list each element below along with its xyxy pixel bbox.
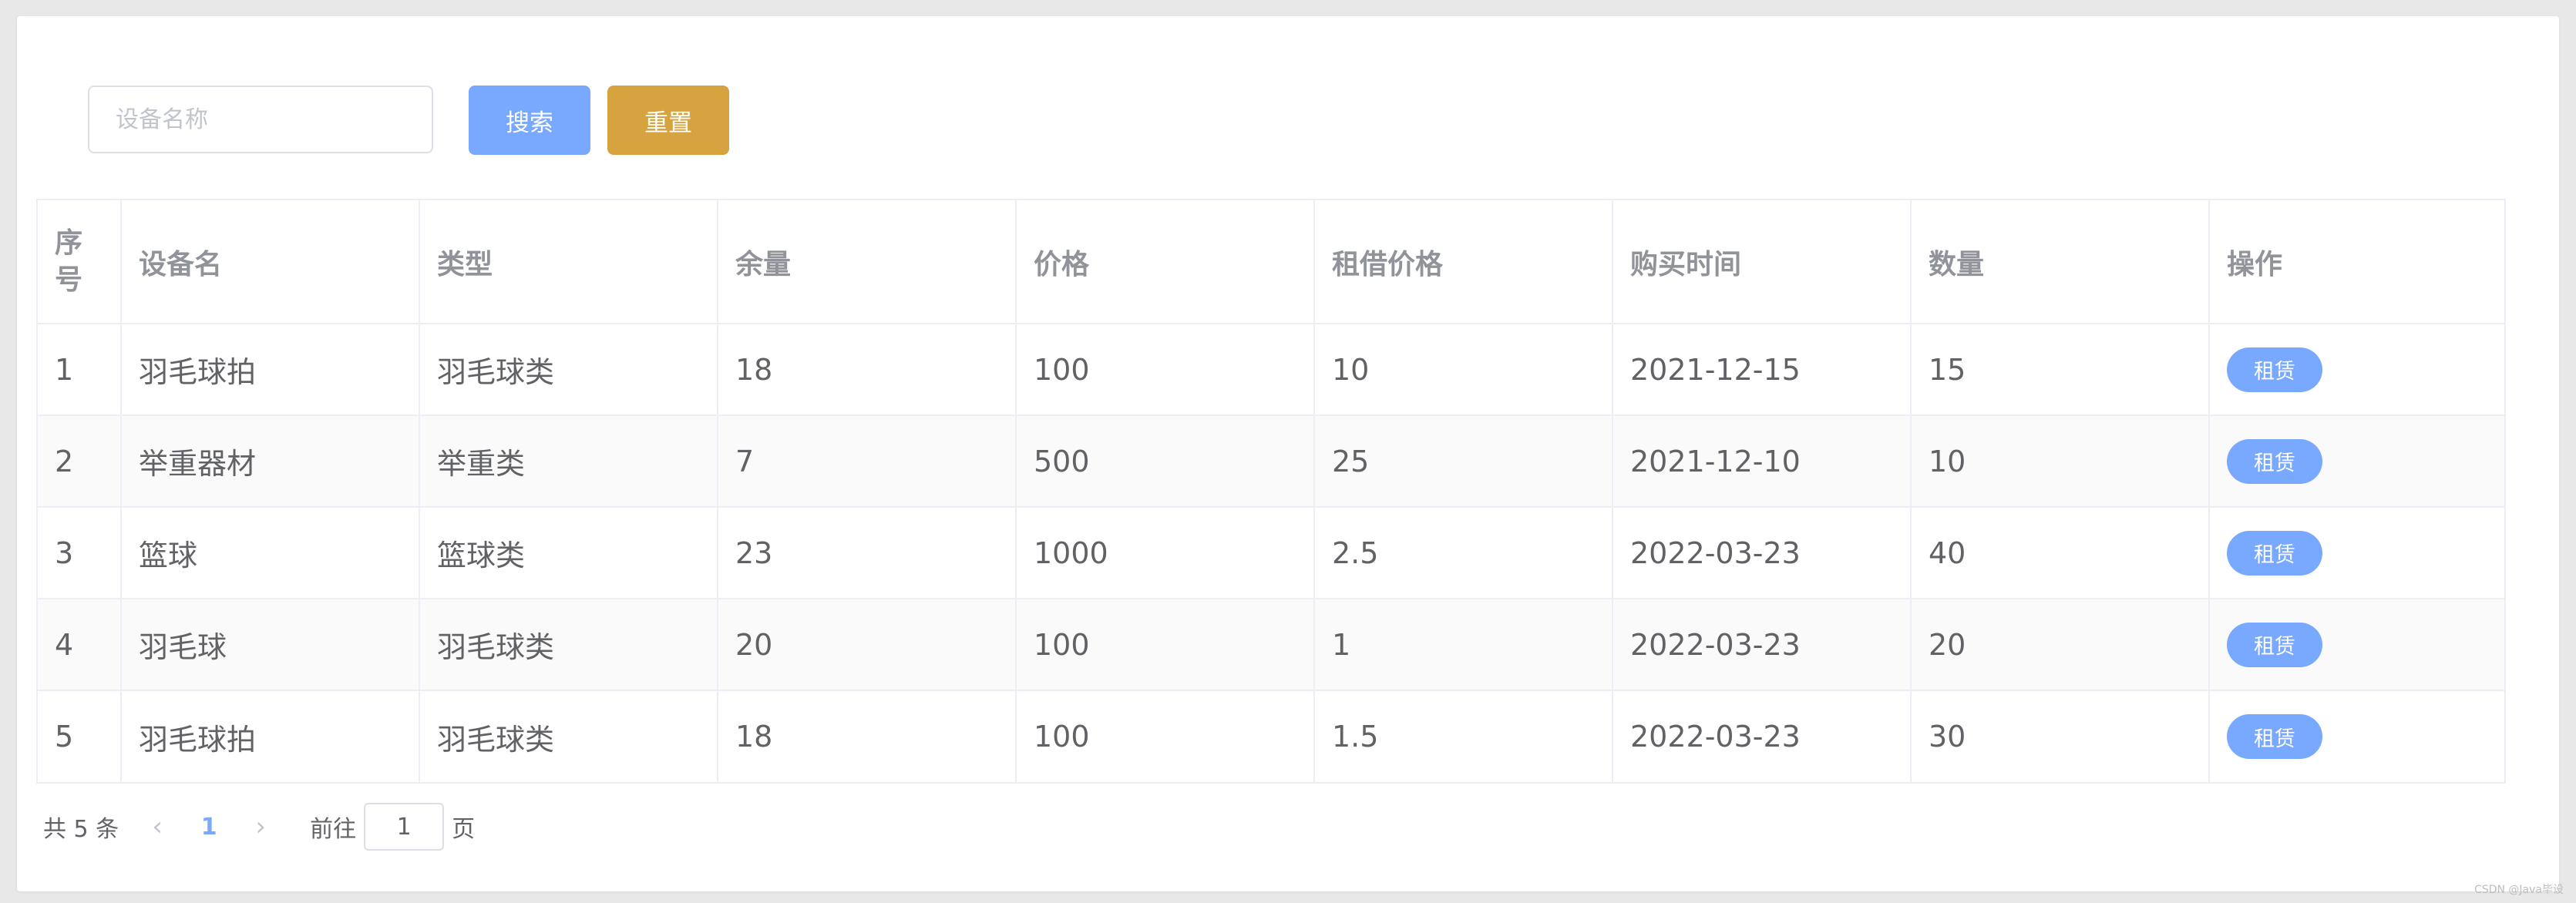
cell-type: 羽毛球类 — [419, 599, 718, 691]
cell-action: 租赁 — [2209, 415, 2504, 508]
reset-button[interactable]: 重置 — [607, 86, 729, 155]
cell-purchase-date: 2022-03-23 — [1613, 690, 1912, 782]
cell-action: 租赁 — [2209, 599, 2504, 691]
cell-price: 1000 — [1016, 507, 1315, 599]
cell-quantity: 10 — [1911, 415, 2210, 508]
cell-remaining: 7 — [718, 415, 1017, 508]
pagination-page-1[interactable]: 1 — [179, 814, 239, 841]
column-header-quantity[interactable]: 数量 — [1911, 200, 2210, 324]
cell-type: 篮球类 — [419, 507, 718, 599]
column-header-index[interactable]: 序号 — [38, 200, 122, 324]
search-button[interactable]: 搜索 — [469, 86, 590, 155]
cell-index: 4 — [38, 599, 122, 691]
cell-rent-price: 25 — [1314, 415, 1613, 508]
device-name-search-input[interactable] — [88, 86, 433, 153]
pagination-total: 共 5 条 — [43, 816, 119, 843]
cell-index: 2 — [38, 415, 122, 508]
cell-type: 羽毛球类 — [419, 324, 718, 416]
pagination: 共 5 条 ‹ 1 › 前往 页 — [43, 801, 475, 852]
column-header-purchase-date[interactable]: 购买时间 — [1613, 200, 1912, 324]
cell-device-name: 羽毛球拍 — [121, 324, 420, 416]
table-row[interactable]: 2 举重器材 举重类 7 500 25 2021-12-10 10 租赁 — [38, 415, 2504, 508]
cell-price: 100 — [1016, 599, 1315, 691]
cell-quantity: 40 — [1911, 507, 2210, 599]
rent-button[interactable]: 租赁 — [2227, 530, 2322, 576]
column-header-price[interactable]: 价格 — [1016, 200, 1315, 324]
column-header-type[interactable]: 类型 — [419, 200, 718, 324]
cell-remaining: 18 — [718, 324, 1017, 416]
cell-action: 租赁 — [2209, 507, 2504, 599]
cell-purchase-date: 2022-03-23 — [1613, 599, 1912, 691]
cell-rent-price: 2.5 — [1314, 507, 1613, 599]
cell-quantity: 15 — [1911, 324, 2210, 416]
cell-remaining: 23 — [718, 507, 1017, 599]
cell-purchase-date: 2022-03-23 — [1613, 507, 1912, 599]
table-row[interactable]: 4 羽毛球 羽毛球类 20 100 1 2022-03-23 20 租赁 — [38, 599, 2504, 691]
column-header-device-name[interactable]: 设备名 — [121, 200, 420, 324]
watermark: CSDN @Java毕设 — [2474, 884, 2564, 896]
device-table: 序号 设备名 类型 余量 价格 租借价格 购买时间 数量 操作 1 羽毛球拍 羽… — [36, 199, 2506, 784]
cell-device-name: 羽毛球 — [121, 599, 420, 691]
cell-price: 500 — [1016, 415, 1315, 508]
cell-rent-price: 10 — [1314, 324, 1613, 416]
cell-index: 3 — [38, 507, 122, 599]
cell-device-name: 篮球 — [121, 507, 420, 599]
rent-button[interactable]: 租赁 — [2227, 438, 2322, 484]
cell-remaining: 18 — [718, 690, 1017, 782]
cell-purchase-date: 2021-12-15 — [1613, 324, 1912, 416]
cell-rent-price: 1 — [1314, 599, 1613, 691]
pagination-goto-label: 前往 — [310, 816, 357, 843]
rent-button[interactable]: 租赁 — [2227, 714, 2322, 759]
cell-action: 租赁 — [2209, 324, 2504, 416]
cell-action: 租赁 — [2209, 690, 2504, 782]
column-header-remaining[interactable]: 余量 — [718, 200, 1017, 324]
cell-index: 1 — [38, 324, 122, 416]
table-row[interactable]: 1 羽毛球拍 羽毛球类 18 100 10 2021-12-15 15 租赁 — [38, 324, 2504, 416]
cell-index: 5 — [38, 690, 122, 782]
chevron-left-icon[interactable]: ‹ — [136, 811, 179, 842]
cell-quantity: 30 — [1911, 690, 2210, 782]
pagination-goto-input[interactable] — [364, 803, 445, 851]
cell-type: 举重类 — [419, 415, 718, 508]
column-header-rent-price[interactable]: 租借价格 — [1314, 200, 1613, 324]
column-header-action: 操作 — [2209, 200, 2504, 324]
table-header-row: 序号 设备名 类型 余量 价格 租借价格 购买时间 数量 操作 — [38, 200, 2504, 324]
rent-button[interactable]: 租赁 — [2227, 347, 2322, 392]
cell-type: 羽毛球类 — [419, 690, 718, 782]
cell-price: 100 — [1016, 690, 1315, 782]
table-row[interactable]: 5 羽毛球拍 羽毛球类 18 100 1.5 2022-03-23 30 租赁 — [38, 690, 2504, 782]
cell-remaining: 20 — [718, 599, 1017, 691]
cell-purchase-date: 2021-12-10 — [1613, 415, 1912, 508]
cell-rent-price: 1.5 — [1314, 690, 1613, 782]
cell-device-name: 羽毛球拍 — [121, 690, 420, 782]
pagination-goto-suffix: 页 — [452, 816, 476, 843]
cell-price: 100 — [1016, 324, 1315, 416]
rent-button[interactable]: 租赁 — [2227, 622, 2322, 667]
cell-quantity: 20 — [1911, 599, 2210, 691]
cell-device-name: 举重器材 — [121, 415, 420, 508]
table-row[interactable]: 3 篮球 篮球类 23 1000 2.5 2022-03-23 40 租赁 — [38, 507, 2504, 599]
chevron-right-icon[interactable]: › — [239, 811, 282, 842]
